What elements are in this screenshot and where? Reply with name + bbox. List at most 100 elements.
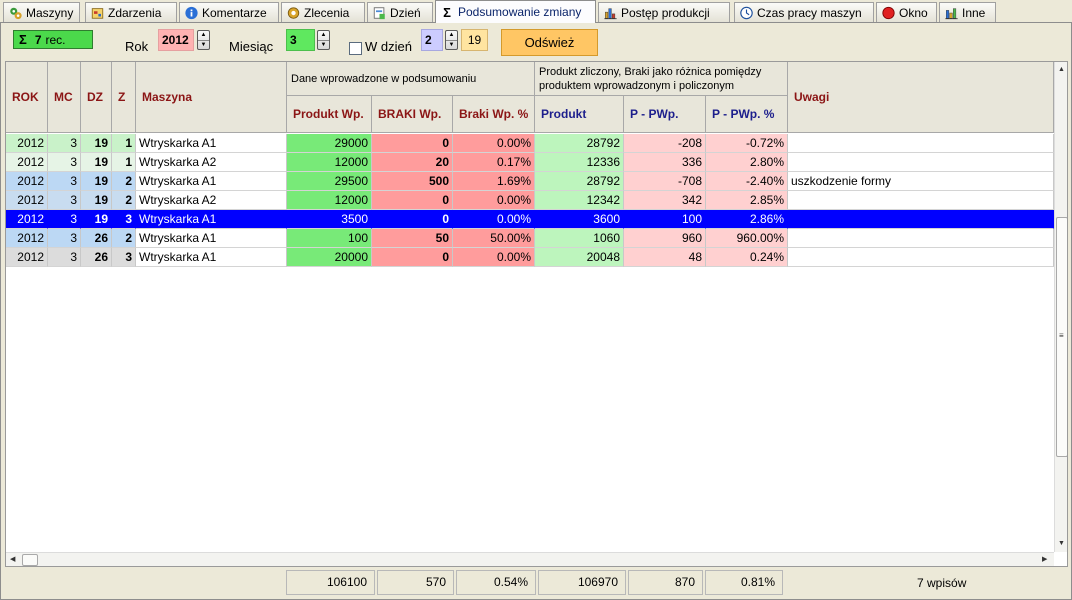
cell-braki-wp[interactable]: 20 — [372, 153, 453, 172]
cell-z[interactable]: 2 — [112, 191, 136, 210]
day-stepper[interactable]: ▲ ▼ — [445, 30, 458, 50]
table-row[interactable]: 2012 3 19 2 Wtryskarka A1 29500 500 1.69% 28792-… — [6, 172, 1054, 191]
table-row[interactable]: 2012 3 19 2 Wtryskarka A2 12000 0 0.00% 12342 342… — [6, 191, 1054, 210]
cell-braki-wp[interactable]: 0 — [372, 210, 453, 229]
cell-p-pwp-pct[interactable]: 2.80% — [706, 153, 788, 172]
column-header-dz[interactable]: DZ — [81, 62, 112, 133]
scroll-left-icon[interactable]: ◀ — [10, 556, 15, 564]
horizontal-scroll-thumb[interactable] — [22, 554, 38, 566]
cell-rok[interactable]: 2012 — [6, 153, 48, 172]
table-row[interactable]: 2012 3 19 1 Wtryskarka A2 12000 20 0.17% 12336 33… — [6, 153, 1054, 172]
cell-produkt[interactable]: 12342 — [535, 191, 624, 210]
scroll-up-icon[interactable]: ▲ — [1058, 66, 1065, 74]
cell-uwagi[interactable] — [788, 248, 1054, 267]
vertical-scrollbar[interactable]: ▲ ≡ ▼ — [1054, 62, 1067, 552]
cell-produkt[interactable]: 20048 — [535, 248, 624, 267]
column-header-z[interactable]: Z — [112, 62, 136, 133]
cell-p-pwp[interactable]: 342 — [624, 191, 706, 210]
cell-rok[interactable]: 2012 — [6, 134, 48, 153]
cell-produkt[interactable]: 28792 — [535, 134, 624, 153]
cell-mc[interactable]: 3 — [48, 153, 81, 172]
tab-dzien[interactable]: Dzień — [367, 2, 433, 22]
cell-p-pwp[interactable]: -708 — [624, 172, 706, 191]
cell-rok[interactable]: 2012 — [6, 229, 48, 248]
tab-zdarzenia[interactable]: Zdarzenia — [85, 2, 177, 22]
cell-p-pwp[interactable]: 336 — [624, 153, 706, 172]
column-header-maszyna[interactable]: Maszyna — [136, 62, 287, 133]
cell-uwagi[interactable] — [788, 153, 1054, 172]
tab-podsumowanie-zmiany[interactable]: Σ Podsumowanie zmiany — [435, 0, 596, 23]
year-input[interactable]: 2012 — [158, 29, 194, 51]
cell-z[interactable]: 1 — [112, 153, 136, 172]
cell-z[interactable]: 3 — [112, 248, 136, 267]
scroll-down-icon[interactable]: ▼ — [1058, 540, 1065, 548]
cell-maszyna[interactable]: Wtryskarka A1 — [136, 248, 287, 267]
cell-p-pwp[interactable]: -208 — [624, 134, 706, 153]
tab-czas-pracy-maszyn[interactable]: Czas pracy maszyn — [734, 2, 874, 22]
column-header-produkt[interactable]: Produkt — [535, 96, 624, 133]
arrow-up-icon[interactable]: ▲ — [446, 31, 457, 40]
cell-dz[interactable]: 26 — [81, 229, 112, 248]
cell-produkt[interactable]: 12336 — [535, 153, 624, 172]
cell-dz[interactable]: 19 — [81, 210, 112, 229]
vertical-scroll-thumb[interactable]: ≡ — [1056, 217, 1067, 457]
cell-p-pwp[interactable]: 100 — [624, 210, 706, 229]
column-header-braki-wp[interactable]: BRAKI Wp. — [372, 96, 453, 133]
cell-produkt-wp[interactable]: 3500 — [287, 210, 372, 229]
cell-mc[interactable]: 3 — [48, 248, 81, 267]
cell-p-pwp[interactable]: 48 — [624, 248, 706, 267]
arrow-down-icon[interactable]: ▼ — [318, 39, 329, 50]
cell-maszyna[interactable]: Wtryskarka A2 — [136, 191, 287, 210]
cell-z[interactable]: 1 — [112, 134, 136, 153]
arrow-up-icon[interactable]: ▲ — [318, 31, 329, 40]
cell-produkt[interactable]: 1060 — [535, 229, 624, 248]
cell-rok[interactable]: 2012 — [6, 248, 48, 267]
cell-braki-wp[interactable]: 500 — [372, 172, 453, 191]
year-stepper[interactable]: ▲ ▼ — [197, 30, 210, 50]
cell-produkt-wp[interactable]: 12000 — [287, 153, 372, 172]
cell-uwagi[interactable] — [788, 134, 1054, 153]
cell-p-pwp[interactable]: 960 — [624, 229, 706, 248]
cell-produkt-wp[interactable]: 29000 — [287, 134, 372, 153]
cell-braki-wp-pct[interactable]: 1.69% — [453, 172, 535, 191]
cell-uwagi[interactable] — [788, 229, 1054, 248]
cell-uwagi[interactable]: uszkodzenie formy — [788, 172, 1054, 191]
cell-mc[interactable]: 3 — [48, 134, 81, 153]
tab-komentarze[interactable]: Komentarze — [179, 2, 279, 22]
scroll-right-icon[interactable]: ▶ — [1042, 556, 1047, 564]
cell-maszyna[interactable]: Wtryskarka A1 — [136, 172, 287, 191]
cell-braki-wp-pct[interactable]: 0.00% — [453, 248, 535, 267]
cell-dz[interactable]: 19 — [81, 134, 112, 153]
tab-okno[interactable]: Okno — [876, 2, 937, 22]
refresh-button[interactable]: Odśwież — [501, 29, 598, 56]
table-row[interactable]: 2012 3 26 3 Wtryskarka A1 20000 0 0.00% 20048 48 0… — [6, 248, 1054, 267]
tab-inne[interactable]: Inne — [939, 2, 996, 22]
cell-dz[interactable]: 19 — [81, 172, 112, 191]
cell-z[interactable]: 2 — [112, 229, 136, 248]
cell-rok[interactable]: 2012 — [6, 172, 48, 191]
cell-mc[interactable]: 3 — [48, 210, 81, 229]
cell-rok[interactable]: 2012 — [6, 210, 48, 229]
arrow-up-icon[interactable]: ▲ — [198, 31, 209, 40]
cell-dz[interactable]: 26 — [81, 248, 112, 267]
cell-z[interactable]: 3 — [112, 210, 136, 229]
cell-p-pwp-pct[interactable]: 0.24% — [706, 248, 788, 267]
column-header-uwagi[interactable]: Uwagi — [788, 62, 1054, 133]
cell-produkt-wp[interactable]: 12000 — [287, 191, 372, 210]
day-input[interactable]: 2 — [421, 29, 443, 51]
cell-produkt[interactable]: 28792 — [535, 172, 624, 191]
month-stepper[interactable]: ▲ ▼ — [317, 30, 330, 50]
cell-maszyna[interactable]: Wtryskarka A1 — [136, 229, 287, 248]
cell-maszyna[interactable]: Wtryskarka A1 — [136, 210, 287, 229]
cell-braki-wp[interactable]: 50 — [372, 229, 453, 248]
cell-produkt[interactable]: 3600 — [535, 210, 624, 229]
cell-produkt-wp[interactable]: 20000 — [287, 248, 372, 267]
column-header-p-pwp[interactable]: P - PWp. — [624, 96, 706, 133]
cell-mc[interactable]: 3 — [48, 172, 81, 191]
table-row[interactable]: 2012 3 26 2 Wtryskarka A1 100 50 50.00% 1060 960 9… — [6, 229, 1054, 248]
cell-p-pwp-pct[interactable]: 2.85% — [706, 191, 788, 210]
cell-mc[interactable]: 3 — [48, 229, 81, 248]
cell-maszyna[interactable]: Wtryskarka A1 — [136, 134, 287, 153]
cell-dz[interactable]: 19 — [81, 191, 112, 210]
cell-p-pwp-pct[interactable]: 960.00% — [706, 229, 788, 248]
